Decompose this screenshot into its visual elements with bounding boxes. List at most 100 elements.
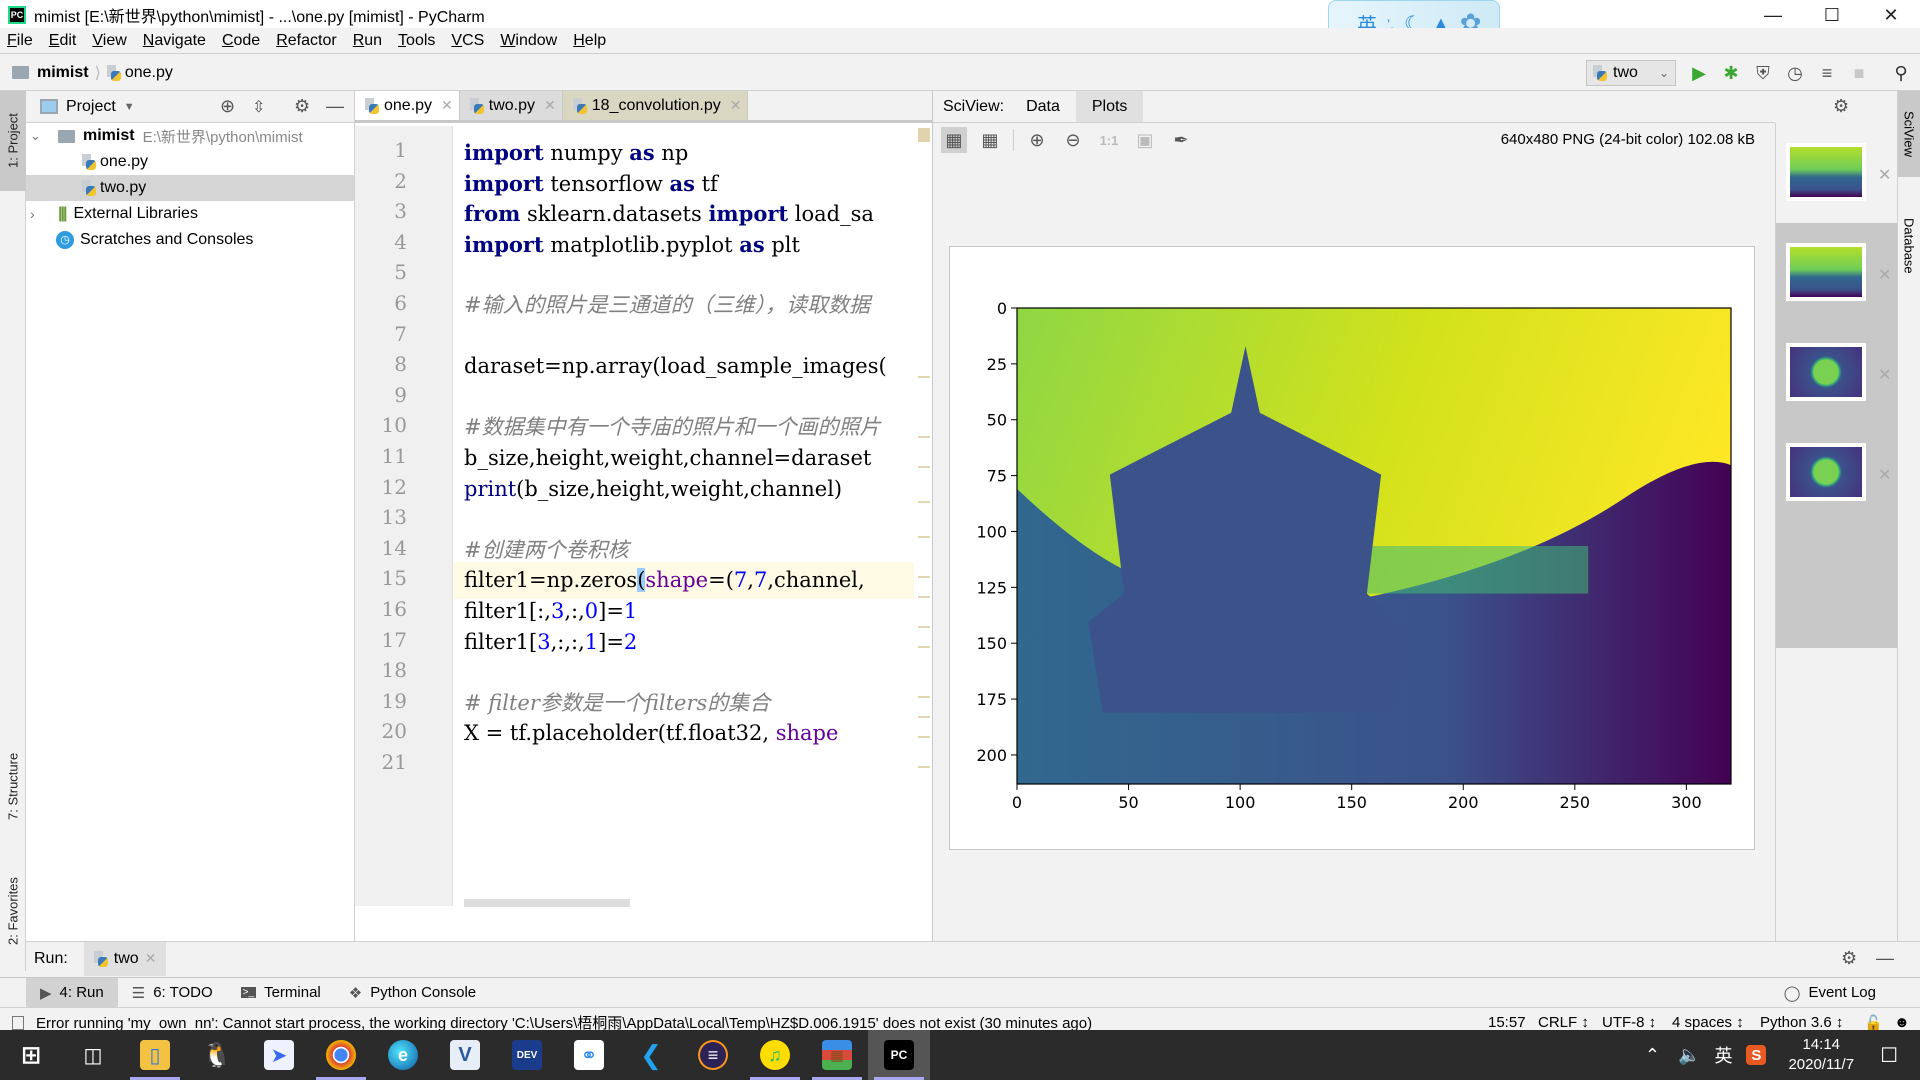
- tool-tab-sciview[interactable]: SciView: [1898, 91, 1920, 177]
- clock[interactable]: 14:14 2020/11/7: [1788, 1035, 1854, 1075]
- taskbar-visual-studio[interactable]: V: [434, 1030, 496, 1080]
- breadcrumb-project[interactable]: mimist: [37, 64, 89, 82]
- taskbar-task-view[interactable]: ◫: [62, 1030, 124, 1080]
- tab-two-py[interactable]: two.py ✕: [459, 91, 563, 120]
- stripe-mark[interactable]: [918, 501, 930, 503]
- menu-tools[interactable]: Tools: [391, 32, 444, 50]
- menu-refactor[interactable]: Refactor: [269, 32, 345, 50]
- taskbar-eclipse[interactable]: ≡: [682, 1030, 744, 1080]
- gear-icon[interactable]: ⚙: [1841, 948, 1857, 969]
- close-icon[interactable]: ✕: [145, 950, 157, 967]
- taskbar-baidu-netdisk[interactable]: ⚭: [558, 1030, 620, 1080]
- stripe-mark[interactable]: [918, 766, 930, 768]
- stripe-mark[interactable]: [918, 576, 930, 578]
- breadcrumb-file[interactable]: one.py: [125, 64, 173, 82]
- menu-view[interactable]: View: [85, 32, 135, 50]
- stripe-mark[interactable]: [918, 716, 930, 718]
- plot-thumbnail[interactable]: [1786, 343, 1866, 401]
- tab-data[interactable]: Data: [1010, 91, 1076, 122]
- locate-icon[interactable]: ⊕: [220, 96, 235, 117]
- coverage-icon[interactable]: ⛨: [1752, 62, 1774, 84]
- hide-icon[interactable]: —: [326, 96, 344, 117]
- indent-setting[interactable]: 4 spaces ↕: [1672, 1014, 1744, 1031]
- close-icon[interactable]: ✕: [730, 97, 742, 114]
- caret-position[interactable]: 15:57: [1488, 1014, 1526, 1031]
- gear-icon[interactable]: ⚙: [1833, 96, 1849, 117]
- plot-thumbnail[interactable]: [1786, 243, 1866, 301]
- code-line[interactable]: [454, 746, 914, 783]
- chevron-down-icon[interactable]: ⌄: [30, 128, 50, 144]
- taskbar-winrar[interactable]: ▦: [806, 1030, 868, 1080]
- plot-image[interactable]: 0 50 100 150 200 250 300 0 25 50 75 100 125 150 175 200: [949, 246, 1755, 850]
- stripe-mark[interactable]: [918, 376, 930, 378]
- stripe-mark[interactable]: [918, 596, 930, 598]
- stripe-mark[interactable]: [918, 696, 930, 698]
- close-icon[interactable]: ✕: [1878, 265, 1891, 285]
- run-icon[interactable]: ▶: [1688, 62, 1710, 84]
- taskbar-qq[interactable]: 🐧: [186, 1030, 248, 1080]
- tab-plots[interactable]: Plots: [1075, 91, 1144, 122]
- ime-indicator[interactable]: 英: [1714, 1042, 1732, 1068]
- line-separator[interactable]: CRLF ↕: [1538, 1014, 1589, 1031]
- debug-icon[interactable]: ✱: [1720, 62, 1742, 84]
- tool-tab-python-console[interactable]: ❖ Python Console: [335, 978, 490, 1008]
- color-picker-icon[interactable]: ✒: [1168, 127, 1194, 153]
- sogou-icon[interactable]: S: [1746, 1045, 1767, 1065]
- tool-tab-run[interactable]: ▶ 4: Run: [26, 977, 118, 1008]
- close-icon[interactable]: ✕: [441, 97, 453, 114]
- hide-icon[interactable]: —: [1876, 948, 1894, 969]
- analysis-status-icon[interactable]: [918, 128, 930, 142]
- run-tab-two[interactable]: two ✕: [83, 941, 167, 976]
- volume-icon[interactable]: 🔈: [1678, 1045, 1700, 1066]
- tab-one-py[interactable]: one.py ✕: [355, 91, 460, 120]
- toggle-tool-windows-icon[interactable]: [12, 1015, 24, 1030]
- tab-18-convolution-py[interactable]: 18_convolution.py ✕: [562, 91, 749, 120]
- close-icon[interactable]: ✕: [544, 97, 556, 114]
- menu-file[interactable]: File: [0, 32, 42, 50]
- notification-icon[interactable]: ☐: [1880, 1043, 1898, 1068]
- show-hidden-icons[interactable]: ⌃: [1645, 1045, 1660, 1066]
- tree-item-two-py[interactable]: two.py: [26, 175, 354, 201]
- stripe-mark[interactable]: [918, 736, 930, 738]
- stripe-mark[interactable]: [918, 626, 930, 628]
- stripe-mark[interactable]: [918, 436, 930, 438]
- taskbar-chrome[interactable]: [310, 1030, 372, 1080]
- tool-tab-terminal[interactable]: >_ Terminal: [227, 978, 335, 1008]
- taskbar-vscode[interactable]: ❮: [620, 1030, 682, 1080]
- taskbar-start[interactable]: ⊞: [0, 1030, 62, 1080]
- menu-navigate[interactable]: Navigate: [136, 32, 215, 50]
- plot-thumbnail[interactable]: [1786, 143, 1866, 201]
- grid-icon[interactable]: ▦: [977, 127, 1003, 153]
- tree-item-mimist[interactable]: ⌄ mimist E:\新世界\python\mimist: [26, 123, 354, 149]
- menu-run[interactable]: Run: [346, 32, 391, 50]
- taskbar-edge[interactable]: e: [372, 1030, 434, 1080]
- lock-icon[interactable]: 🔓: [1864, 1014, 1883, 1032]
- search-icon[interactable]: ⚲: [1890, 62, 1912, 84]
- taskbar-qq-music[interactable]: ♫: [744, 1030, 806, 1080]
- tool-tab-structure[interactable]: 7: Structure: [0, 731, 26, 841]
- stripe-mark[interactable]: [918, 646, 930, 648]
- horizontal-scrollbar[interactable]: [464, 899, 630, 907]
- python-interpreter[interactable]: Python 3.6 ↕: [1760, 1014, 1843, 1031]
- tool-tab-todo[interactable]: ☰ 6: TODO: [118, 978, 227, 1008]
- project-panel-title[interactable]: Project: [66, 98, 116, 116]
- menu-code[interactable]: Code: [215, 32, 269, 50]
- taskbar-devcpp[interactable]: DEV: [496, 1030, 558, 1080]
- close-icon[interactable]: ✕: [1878, 165, 1891, 185]
- menu-edit[interactable]: Edit: [42, 32, 86, 50]
- error-stripe[interactable]: [914, 126, 932, 906]
- actual-size-icon[interactable]: 1:1: [1096, 127, 1122, 153]
- profile-icon[interactable]: ◷: [1784, 62, 1806, 84]
- close-icon[interactable]: ✕: [1878, 365, 1891, 385]
- event-log-button[interactable]: ◯ Event Log: [1770, 978, 1890, 1008]
- stop-icon[interactable]: ■: [1848, 62, 1870, 84]
- concurrency-icon[interactable]: ≡: [1816, 62, 1838, 84]
- taskbar-pycharm[interactable]: PC: [868, 1030, 930, 1080]
- menu-window[interactable]: Window: [493, 32, 566, 50]
- chevron-down-icon[interactable]: ▼: [124, 101, 135, 113]
- tool-tab-database[interactable]: Database: [1898, 201, 1920, 291]
- maximize-button[interactable]: ☐: [1803, 0, 1861, 30]
- zoom-out-icon[interactable]: ⊖: [1060, 127, 1086, 153]
- menu-vcs[interactable]: VCS: [444, 32, 493, 50]
- fit-icon[interactable]: ▣: [1132, 127, 1158, 153]
